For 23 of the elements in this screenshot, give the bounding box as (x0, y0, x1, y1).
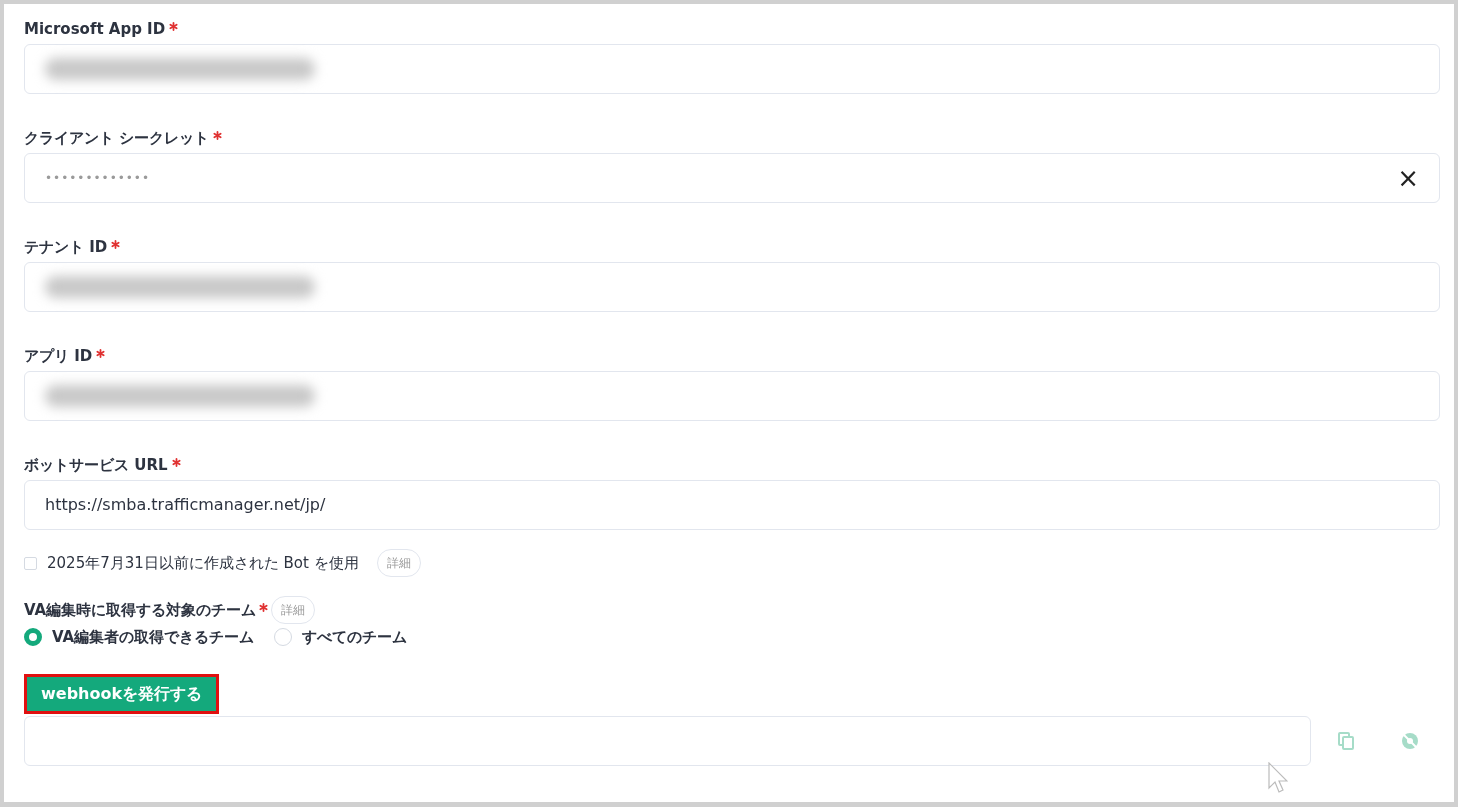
radio-button[interactable] (24, 628, 42, 646)
field-label: ボットサービス URL (24, 454, 168, 476)
copy-icon[interactable] (1336, 731, 1356, 751)
input-field[interactable] (24, 262, 1440, 312)
input-field[interactable] (24, 44, 1440, 94)
radio-label: すべてのチーム (302, 626, 408, 648)
masked-value: ••••••••••••• (45, 170, 151, 187)
field-label: VA編集時に取得する対象のチーム (24, 599, 257, 621)
webhook-field[interactable] (24, 716, 1311, 766)
field-label: アプリ ID (24, 345, 93, 367)
cursor-icon (1268, 762, 1288, 794)
hide-icon[interactable] (1400, 731, 1420, 751)
field-label: クライアント シークレット (24, 127, 210, 149)
input-field[interactable] (24, 371, 1440, 421)
input-field[interactable]: ••••••••••••• × (24, 153, 1440, 203)
field-label: Microsoft App ID (24, 18, 166, 40)
checkbox-label: 2025年7月31日以前に作成された Bot を使用 (47, 552, 359, 574)
input-field[interactable]: https://smba.trafficmanager.net/jp/ (24, 480, 1440, 530)
clear-button[interactable]: × (1397, 165, 1419, 191)
checkbox[interactable] (24, 556, 37, 570)
field-label: テナント ID (24, 236, 108, 258)
field-value: https://smba.trafficmanager.net/jp/ (45, 494, 326, 516)
radio-label: VA編集者の取得できるチーム (52, 626, 255, 648)
